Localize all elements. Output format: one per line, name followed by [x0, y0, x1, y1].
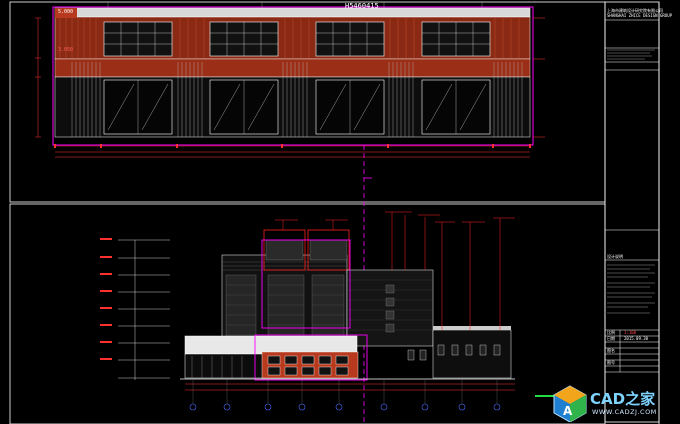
drawing-code: H5460415 [345, 2, 379, 10]
date-row-label: 日期 [607, 336, 615, 341]
top-elevation [35, 2, 545, 158]
scale-row-label: 比例 [607, 330, 615, 335]
elevation-top-label: 5.000 [58, 9, 74, 15]
svg-text:A: A [563, 404, 573, 418]
cad-drawing-canvas[interactable] [0, 0, 680, 424]
cadzj-watermark: A CAD之家 WWW.CADZJ.COM [548, 382, 680, 424]
drawing-no-label: 图号 [607, 360, 615, 365]
scale-value: 1:100 [624, 330, 637, 335]
watermark-brand: CAD之家 [590, 390, 656, 408]
company-name-en: SHANGHAI ZHICE DESIGN GROUP [607, 13, 673, 18]
title-block-lines [605, 19, 659, 373]
date-value: 2015.09.30 [624, 336, 649, 341]
drawing-name-label: 图名 [607, 348, 615, 353]
notes-heading: 设计说明 [607, 254, 623, 259]
cadzj-logo-icon: A [553, 385, 587, 422]
elevation-mid-label: 3.050 [58, 47, 74, 53]
bottom-elevation [100, 211, 555, 411]
watermark-url: WWW.CADZJ.COM [592, 408, 657, 416]
